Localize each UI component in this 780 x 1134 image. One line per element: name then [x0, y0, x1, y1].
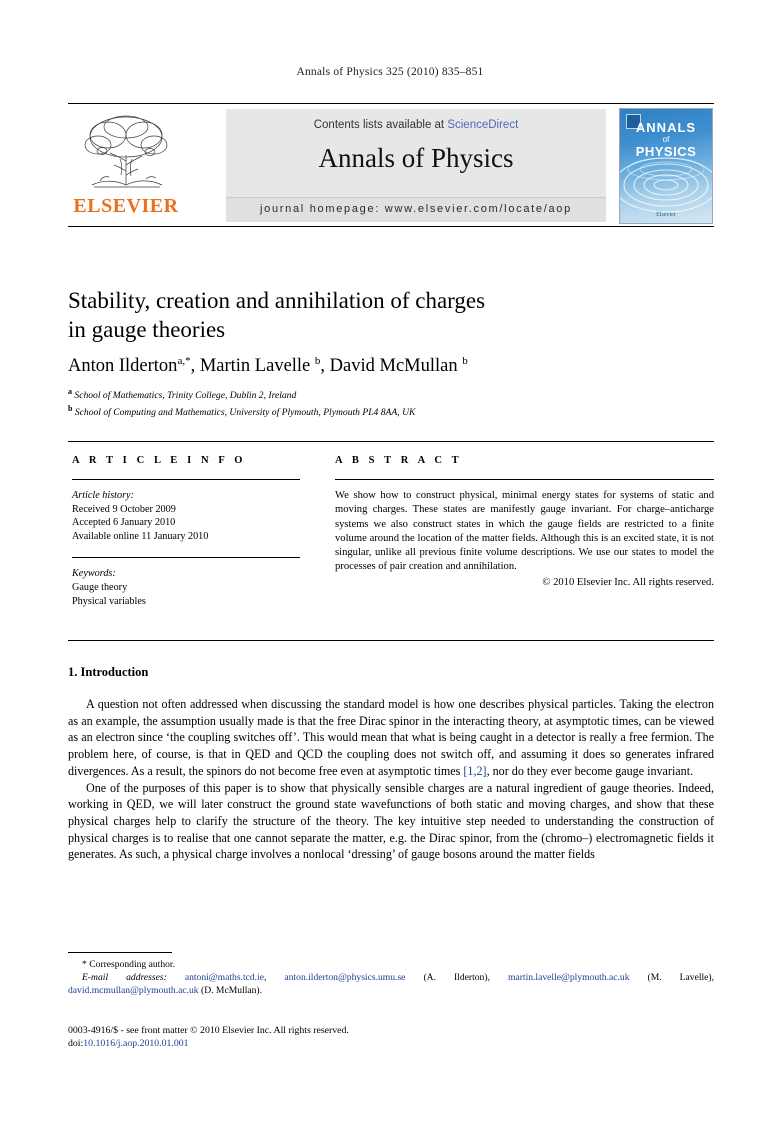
- affiliation-b: b School of Computing and Mathematics, U…: [68, 403, 708, 420]
- author-2: , Martin Lavelle: [190, 356, 315, 377]
- affiliation-a-text: School of Mathematics, Trinity College, …: [72, 390, 297, 402]
- info-block-rule-top: [68, 441, 714, 442]
- email-link-2[interactable]: anton.ilderton@physics.umu.se: [284, 972, 405, 983]
- doi-link[interactable]: 10.1016/j.aop.2010.01.001: [83, 1038, 188, 1049]
- contents-prefix: Contents lists available at: [313, 119, 448, 131]
- issn-line: 0003-4916/$ - see front matter © 2010 El…: [68, 1025, 349, 1036]
- doi-prefix: doi:: [68, 1038, 84, 1050]
- author-3: , David McMullan: [320, 356, 463, 377]
- colophon: 0003-4916/$ - see front matter © 2010 El…: [68, 1024, 714, 1051]
- masthead-rule-bottom: [68, 226, 714, 227]
- author-list: Anton Ildertona,*, Martin Lavelle b, Dav…: [68, 355, 708, 377]
- abstract-text: We show how to construct physical, minim…: [335, 490, 714, 573]
- cover-title-line1: ANNALS: [635, 120, 697, 135]
- footnote-block: * Corresponding author. E-mail addresses…: [68, 958, 714, 998]
- footnote-rule: [68, 952, 172, 953]
- section-heading-introduction: 1. Introduction: [68, 665, 149, 679]
- info-block-rule-bottom: [68, 640, 714, 641]
- journal-masthead: ELSEVIER Contents lists available at Sci…: [68, 103, 714, 227]
- body-content: A question not often addressed when disc…: [68, 696, 714, 863]
- abstract-copyright: © 2010 Elsevier Inc. All rights reserved…: [542, 576, 714, 588]
- cover-title: ANNALS of PHYSICS: [620, 121, 712, 159]
- keywords-divider: [72, 557, 300, 559]
- email-link-4[interactable]: david.mcmullan@plymouth.ac.uk: [68, 985, 199, 996]
- cover-footer-text: Elsevier: [656, 212, 676, 218]
- article-info-heading: A R T I C L E I N F O: [72, 455, 247, 466]
- paragraph-1: A question not often addressed when disc…: [68, 696, 714, 780]
- history-online: Available online 11 January 2010: [72, 530, 209, 542]
- journal-info-panel: Contents lists available at ScienceDirec…: [226, 109, 606, 222]
- abstract-divider: [335, 479, 714, 480]
- paragraph-1-part-b: , nor do they ever become gauge invarian…: [486, 763, 694, 778]
- history-received: Received 9 October 2009: [72, 503, 176, 515]
- email-addresses-label: E-mail addresses:: [82, 972, 167, 984]
- article-history: Article history: Received 9 October 2009…: [72, 489, 300, 543]
- email-owner-4: (D. McMullan): [201, 985, 260, 997]
- keyword-item: Gauge theory: [72, 581, 128, 593]
- affiliation-b-text: School of Computing and Mathematics, Uni…: [72, 406, 416, 418]
- keyword-item: Physical variables: [72, 595, 146, 607]
- page-title: Stability, creation and annihilation of …: [68, 286, 688, 344]
- cover-title-line2: of: [662, 134, 670, 144]
- masthead-rule-top: [68, 103, 714, 104]
- article-info-column: A R T I C L E I N F O Article history: R…: [72, 455, 300, 608]
- author-3-sup: b: [462, 355, 468, 367]
- paragraph-2: One of the purposes of this paper is to …: [68, 780, 714, 862]
- journal-homepage-text[interactable]: journal homepage: www.elsevier.com/locat…: [226, 203, 606, 215]
- history-accepted: Accepted 6 January 2010: [72, 517, 176, 529]
- email-link-1[interactable]: antoni@maths.tcd.ie: [185, 972, 264, 983]
- article-title-line2: in gauge theories: [68, 317, 226, 342]
- email-addresses-line: E-mail addresses: antoni@maths.tcd.ie, a…: [68, 972, 715, 997]
- author-1: Anton Ilderton: [68, 356, 178, 377]
- running-head: Annals of Physics 325 (2010) 835–851: [296, 66, 484, 78]
- article-page: Annals of Physics 325 (2010) 835–851 ELS…: [0, 0, 780, 1134]
- journal-homepage-bar: journal homepage: www.elsevier.com/locat…: [226, 197, 606, 222]
- article-history-label: Article history:: [72, 490, 134, 501]
- article-title-line1: Stability, creation and annihilation of …: [68, 288, 486, 313]
- cover-title-line3: PHYSICS: [635, 144, 697, 160]
- elsevier-logo: ELSEVIER: [72, 111, 180, 221]
- keywords-block: Keywords: Gauge theory Physical variable…: [72, 567, 300, 608]
- elsevier-wordmark: ELSEVIER: [73, 195, 179, 217]
- doi-line: doi:10.1016/j.aop.2010.01.001: [68, 1037, 714, 1050]
- author-1-sup[interactable]: a,*: [177, 355, 190, 367]
- contents-available-line: Contents lists available at ScienceDirec…: [226, 119, 606, 131]
- corresponding-author-note: * Corresponding author.: [82, 959, 175, 970]
- elsevier-tree-icon: [84, 115, 168, 188]
- journal-cover-thumbnail: ANNALS of PHYSICS Elsevier: [619, 108, 713, 224]
- article-info-divider: [72, 479, 300, 480]
- journal-title: Annals of Physics: [318, 143, 514, 173]
- email-owner-2: (A. Ilderton): [423, 972, 488, 984]
- email-owner-3: (M. Lavelle): [647, 972, 712, 984]
- keywords-label: Keywords:: [72, 568, 116, 580]
- email-link-3[interactable]: martin.lavelle@plymouth.ac.uk: [508, 972, 630, 983]
- abstract-column: A B S T R A C T We show how to construct…: [335, 455, 714, 588]
- abstract-heading: A B S T R A C T: [335, 455, 463, 466]
- affiliation-list: a School of Mathematics, Trinity College…: [68, 386, 708, 420]
- sciencedirect-link[interactable]: ScienceDirect: [447, 119, 518, 131]
- affiliation-a: a School of Mathematics, Trinity College…: [68, 386, 708, 403]
- citation-ref-1-2[interactable]: [1,2]: [463, 764, 486, 778]
